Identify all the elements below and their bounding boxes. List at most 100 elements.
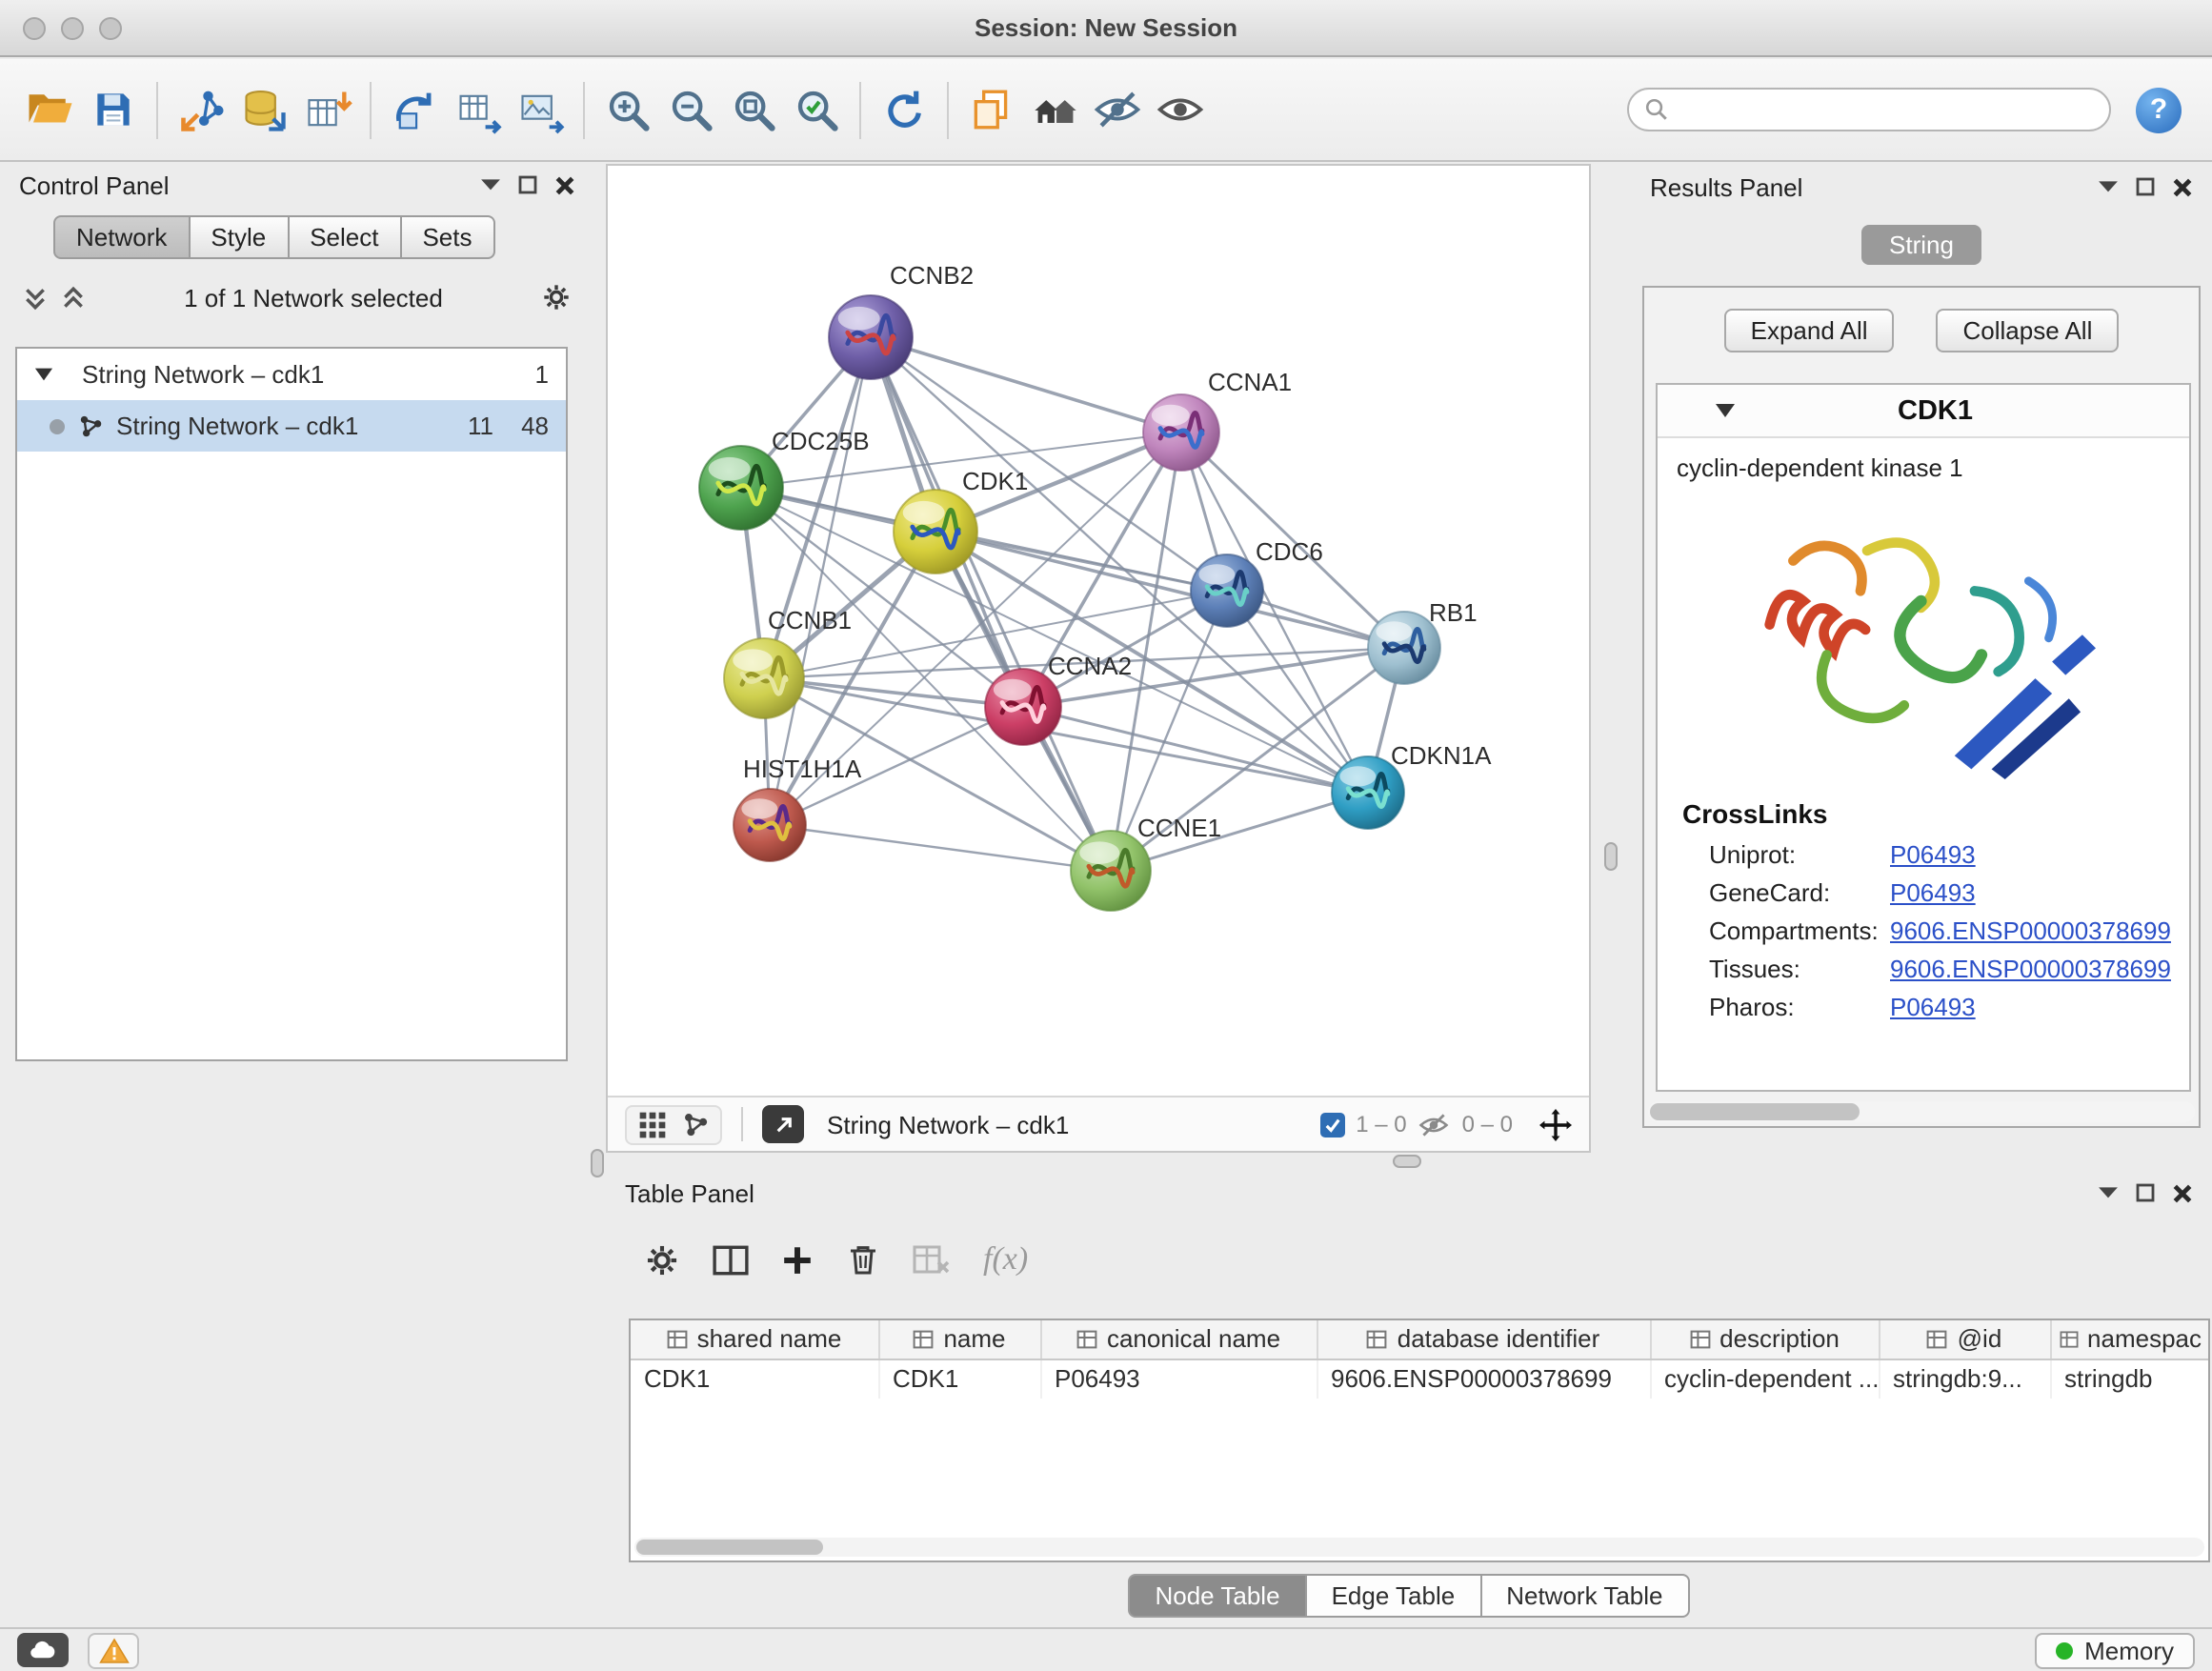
import-database-button[interactable]: [232, 77, 295, 142]
refresh-button[interactable]: [873, 77, 935, 142]
column-header[interactable]: @id: [1879, 1320, 2050, 1359]
column-header[interactable]: name: [878, 1320, 1040, 1359]
table-cell[interactable]: stringdb: [2050, 1359, 2210, 1399]
collapse-gene-icon[interactable]: [1715, 402, 1736, 419]
crosslink-link[interactable]: 9606.ENSP00000378699: [1890, 954, 2171, 982]
table-row[interactable]: CDK1 CDK1 P06493 9606.ENSP00000378699 cy…: [631, 1359, 2210, 1399]
zoom-selected-button[interactable]: [785, 77, 848, 142]
export-image-button[interactable]: [509, 77, 572, 142]
selected-indicator-checkbox[interactable]: [1319, 1112, 1344, 1137]
tab-node-table[interactable]: Node Table: [1128, 1574, 1306, 1618]
node-cdkn1a[interactable]: CDKN1A: [1332, 741, 1492, 829]
warnings-button[interactable]: [88, 1632, 139, 1668]
crosslink-link[interactable]: P06493: [1890, 877, 1976, 906]
network-collection-row[interactable]: String Network – cdk1 1: [17, 349, 566, 400]
table-cell[interactable]: P06493: [1040, 1359, 1317, 1399]
column-header[interactable]: canonical name: [1040, 1320, 1317, 1359]
edge[interactable]: [871, 337, 1181, 433]
network-row[interactable]: String Network – cdk1 11 48: [17, 400, 566, 452]
column-header[interactable]: namespac: [2050, 1320, 2210, 1359]
table-cell[interactable]: CDK1: [878, 1359, 1040, 1399]
collapse-all-icon[interactable]: [23, 285, 48, 310]
tab-network-table[interactable]: Network Table: [1481, 1574, 1689, 1618]
table-cell[interactable]: cyclin-dependent ...: [1650, 1359, 1879, 1399]
minimize-window-button[interactable]: [61, 16, 84, 39]
tab-style[interactable]: Style: [190, 215, 289, 259]
network-options-gear-icon[interactable]: [541, 282, 572, 312]
table-cell[interactable]: 9606.ENSP00000378699: [1317, 1359, 1650, 1399]
expand-all-button[interactable]: Expand All: [1724, 309, 1895, 352]
new-network-button[interactable]: [383, 77, 446, 142]
left-splitter-handle[interactable]: [591, 1149, 604, 1178]
close-panel-icon[interactable]: [2172, 1182, 2193, 1203]
network-canvas[interactable]: CCNB2CCNA1CDC25BCDK1CDC6RB1CCNB1CCNA2CDK…: [608, 166, 1589, 1096]
float-panel-icon[interactable]: [2098, 1184, 2119, 1201]
edge[interactable]: [770, 825, 1111, 871]
node-cdk1[interactable]: CDK1: [894, 467, 1028, 574]
node-ccne1[interactable]: CCNE1: [1071, 814, 1221, 911]
help-button[interactable]: ?: [2136, 87, 2182, 132]
search-input[interactable]: [1679, 96, 2094, 123]
column-header[interactable]: shared name: [631, 1320, 878, 1359]
bottom-splitter-handle[interactable]: [1393, 1155, 1421, 1168]
collapse-all-button[interactable]: Collapse All: [1937, 309, 2120, 352]
function-builder-button[interactable]: f(x): [983, 1240, 1028, 1278]
memory-indicator[interactable]: Memory: [2035, 1632, 2195, 1668]
node-cdc6[interactable]: CDC6: [1191, 537, 1323, 627]
crosslink-link[interactable]: P06493: [1890, 992, 1976, 1020]
detach-view-button[interactable]: [762, 1105, 804, 1143]
float-panel-icon[interactable]: [2098, 178, 2119, 195]
node-ccnb1[interactable]: CCNB1: [724, 606, 852, 718]
scrollbar-thumb[interactable]: [636, 1540, 823, 1555]
tab-string[interactable]: String: [1860, 225, 1982, 265]
column-header[interactable]: description: [1650, 1320, 1879, 1359]
node-ccna1[interactable]: CCNA1: [1143, 368, 1292, 471]
create-column-plus-icon[interactable]: [781, 1243, 814, 1276]
right-splitter-handle[interactable]: [1604, 842, 1618, 871]
expand-all-icon[interactable]: [61, 285, 86, 310]
crosslink-link[interactable]: P06493: [1890, 839, 1976, 868]
table-horizontal-scrollbar[interactable]: [634, 1538, 2204, 1557]
disclosure-triangle-icon[interactable]: [34, 366, 53, 383]
table-cell[interactable]: stringdb:9...: [1879, 1359, 2050, 1399]
network-overview-icon[interactable]: [682, 1111, 709, 1137]
tab-select[interactable]: Select: [289, 215, 401, 259]
table-options-gear-icon[interactable]: [644, 1241, 680, 1278]
node-hist1h1a[interactable]: HIST1H1A: [734, 755, 862, 861]
open-session-button[interactable]: [19, 77, 82, 142]
cloud-button[interactable]: [17, 1633, 69, 1667]
node-cdc25b[interactable]: CDC25B: [699, 427, 870, 530]
node-rb1[interactable]: RB1: [1368, 598, 1478, 684]
close-panel-icon[interactable]: [2172, 176, 2193, 197]
tab-network[interactable]: Network: [53, 215, 190, 259]
zoom-in-button[interactable]: [596, 77, 659, 142]
delete-column-trash-icon[interactable]: [846, 1242, 880, 1277]
zoom-out-button[interactable]: [659, 77, 722, 142]
document-button[interactable]: [960, 77, 1023, 142]
gene-card-header[interactable]: CDK1: [1658, 385, 2189, 438]
edge[interactable]: [871, 337, 1111, 871]
save-session-button[interactable]: [82, 77, 145, 142]
results-horizontal-scrollbar[interactable]: [1648, 1101, 2195, 1122]
export-table-button[interactable]: [446, 77, 509, 142]
search-field[interactable]: [1627, 88, 2111, 131]
import-network-button[interactable]: [170, 77, 232, 142]
pan-crosshair-icon[interactable]: [1539, 1108, 1572, 1140]
birdseye-grid-icon[interactable]: [638, 1110, 667, 1138]
close-window-button[interactable]: [23, 16, 46, 39]
zoom-fit-button[interactable]: [722, 77, 785, 142]
tab-edge-table[interactable]: Edge Table: [1307, 1574, 1482, 1618]
crosslink-link[interactable]: 9606.ENSP00000378699: [1890, 916, 2171, 944]
maximize-panel-icon[interactable]: [2136, 1183, 2155, 1202]
zoom-window-button[interactable]: [99, 16, 122, 39]
edge[interactable]: [770, 337, 871, 825]
import-table-button[interactable]: [295, 77, 358, 142]
eye-button[interactable]: [1149, 77, 1212, 142]
scrollbar-thumb[interactable]: [1650, 1103, 1860, 1120]
maximize-panel-icon[interactable]: [2136, 177, 2155, 196]
eye-slash-button[interactable]: [1086, 77, 1149, 142]
column-header[interactable]: database identifier: [1317, 1320, 1650, 1359]
close-panel-icon[interactable]: [554, 174, 575, 195]
string-home-button[interactable]: [1023, 77, 1086, 142]
delete-table-icon[interactable]: [913, 1244, 951, 1275]
